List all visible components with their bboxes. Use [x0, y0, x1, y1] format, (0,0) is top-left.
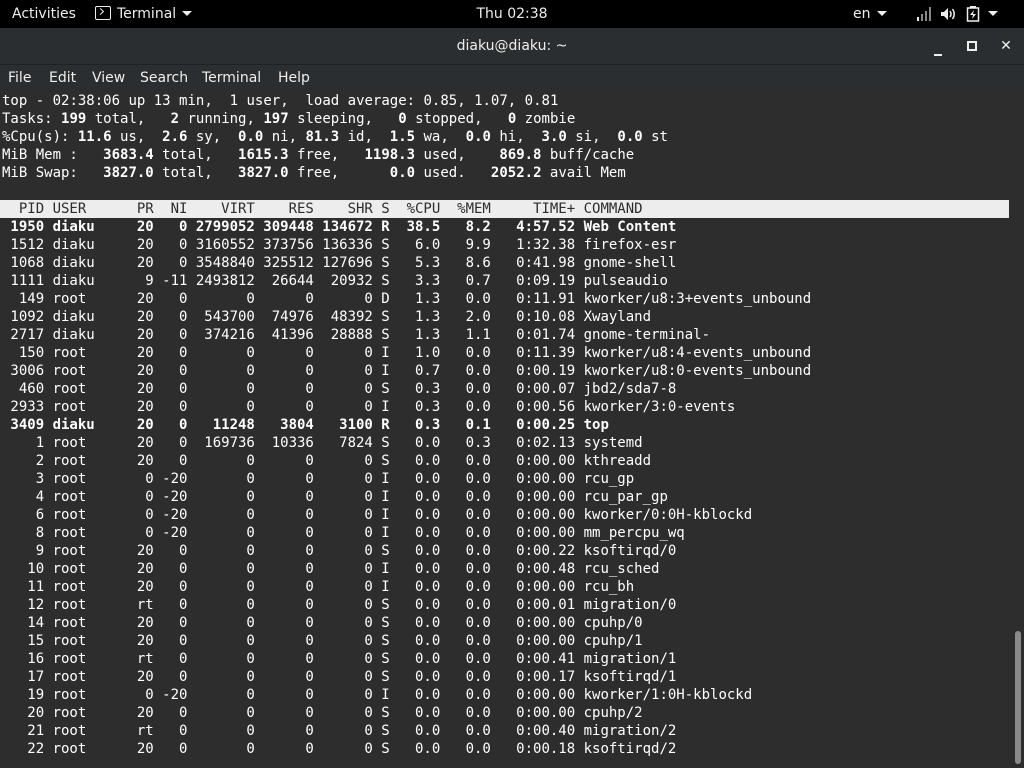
table-row: 10 root 20 0 0 0 0 I 0.0 0.0 0:00.48 rcu…: [2, 561, 660, 577]
language-label: en: [853, 6, 871, 22]
network-icon: [917, 7, 931, 21]
menu-file[interactable]: File: [8, 65, 31, 91]
table-row: 1092 diaku 20 0 543700 74976 48392 S 1.3…: [2, 309, 652, 325]
close-button[interactable]: ✕: [994, 34, 1018, 58]
table-row: 3409 diaku 20 0 11248 3804 3100 R 0.3 0.…: [2, 417, 609, 433]
table-row: 9 root 20 0 0 0 0 S 0.0 0.0 0:00.22 ksof…: [2, 543, 677, 559]
table-row: 19 root 0 -20 0 0 0 I 0.0 0.0 0:00.00 kw…: [2, 687, 753, 703]
table-row: 12 root rt 0 0 0 0 S 0.0 0.0 0:00.01 mig…: [2, 597, 677, 613]
table-row: 8 root 0 -20 0 0 0 I 0.0 0.0 0:00.00 mm_…: [2, 525, 685, 541]
table-row: 11 root 20 0 0 0 0 I 0.0 0.0 0:00.00 rcu…: [2, 579, 635, 595]
top-bar: Activities Terminal Thu 02:38 en: [0, 0, 1024, 28]
scrollbar[interactable]: [1011, 91, 1024, 768]
scrollbar-thumb[interactable]: [1015, 631, 1021, 764]
terminal-view[interactable]: top - 02:38:06 up 13 min, 1 user, load a…: [0, 91, 1024, 768]
table-row: 149 root 20 0 0 0 0 D 1.3 0.0 0:11.91 kw…: [2, 291, 812, 307]
table-row: 2717 diaku 20 0 374216 41396 28888 S 1.3…: [2, 327, 711, 343]
volume-icon: [941, 8, 955, 20]
menu-edit[interactable]: Edit: [49, 65, 76, 91]
menu-bar: File Edit View Search Terminal Help: [0, 65, 1024, 91]
summary-line: MiB Mem : 3683.4 total, 1615.3 free, 119…: [2, 147, 635, 163]
activities-button[interactable]: Activities: [12, 0, 76, 28]
table-row: 1 root 20 0 169736 10336 7824 S 0.0 0.3 …: [2, 435, 643, 451]
table-row: 3006 root 20 0 0 0 0 I 0.7 0.0 0:00.19 k…: [2, 363, 812, 379]
app-menu-label: Terminal: [117, 6, 177, 22]
table-row: 2 root 20 0 0 0 0 S 0.0 0.0 0:00.00 kthr…: [2, 453, 652, 469]
close-icon: ✕: [1000, 38, 1012, 54]
window-title: diaku@diaku: ~: [456, 38, 568, 54]
summary-line: MiB Swap: 3827.0 total, 3827.0 free, 0.0…: [2, 165, 626, 181]
table-row: 460 root 20 0 0 0 0 S 0.3 0.0 0:00.07 jb…: [2, 381, 677, 397]
menu-search[interactable]: Search: [140, 65, 188, 91]
chevron-down-icon: [876, 11, 887, 16]
menu-help[interactable]: Help: [278, 65, 310, 91]
table-row: 20 root 20 0 0 0 0 S 0.0 0.0 0:00.00 cpu…: [2, 705, 643, 721]
table-row: 150 root 20 0 0 0 0 I 1.0 0.0 0:11.39 kw…: [2, 345, 812, 361]
table-row: 2933 root 20 0 0 0 0 I 0.3 0.0 0:00.56 k…: [2, 399, 736, 415]
table-row: 17 root 20 0 0 0 0 S 0.0 0.0 0:00.17 kso…: [2, 669, 677, 685]
minimize-icon: [934, 54, 942, 56]
app-menu-button[interactable]: Terminal: [95, 0, 193, 28]
process-table-header: PID USER PR NI VIRT RES SHR S %CPU %MEM …: [0, 200, 1009, 218]
battery-icon: [966, 6, 980, 22]
table-row: 21 root rt 0 0 0 0 S 0.0 0.0 0:00.40 mig…: [2, 723, 677, 739]
table-row: 1111 diaku 9 -11 2493812 26644 20932 S 3…: [2, 273, 668, 289]
maximize-button[interactable]: [960, 34, 984, 58]
system-status-menu[interactable]: [916, 0, 998, 28]
minimize-button[interactable]: [926, 34, 950, 58]
table-row: 22 root 20 0 0 0 0 S 0.0 0.0 0:00.18 kso…: [2, 741, 677, 757]
summary-line: top - 02:38:06 up 13 min, 1 user, load a…: [2, 93, 559, 109]
menu-terminal[interactable]: Terminal: [202, 65, 261, 91]
window-titlebar[interactable]: diaku@diaku: ~ ✕: [0, 28, 1024, 65]
table-row: 3 root 0 -20 0 0 0 I 0.0 0.0 0:00.00 rcu…: [2, 471, 635, 487]
table-row: 14 root 20 0 0 0 0 S 0.0 0.0 0:00.00 cpu…: [2, 615, 643, 631]
table-row: 6 root 0 -20 0 0 0 I 0.0 0.0 0:00.00 kwo…: [2, 507, 753, 523]
table-row: 1512 diaku 20 0 3160552 373756 136336 S …: [2, 237, 677, 253]
table-row: 1950 diaku 20 0 2799052 309448 134672 R …: [2, 219, 677, 235]
menu-view[interactable]: View: [92, 65, 125, 91]
table-row: 16 root rt 0 0 0 0 S 0.0 0.0 0:00.41 mig…: [2, 651, 677, 667]
power-menu-icon: [988, 11, 998, 16]
summary-line: Tasks: 199 total, 2 running, 197 sleepin…: [2, 111, 576, 127]
table-row: 1068 diaku 20 0 3548840 325512 127696 S …: [2, 255, 677, 271]
maximize-icon: [967, 41, 977, 51]
chevron-down-icon: [182, 11, 193, 16]
clock-button[interactable]: Thu 02:38: [476, 6, 547, 22]
table-row: 15 root 20 0 0 0 0 S 0.0 0.0 0:00.00 cpu…: [2, 633, 643, 649]
summary-line: %Cpu(s): 11.6 us, 2.6 sy, 0.0 ni, 81.3 i…: [2, 129, 668, 145]
language-button[interactable]: en: [853, 0, 887, 28]
table-row: 4 root 0 -20 0 0 0 I 0.0 0.0 0:00.00 rcu…: [2, 489, 668, 505]
terminal-icon: [95, 6, 111, 20]
